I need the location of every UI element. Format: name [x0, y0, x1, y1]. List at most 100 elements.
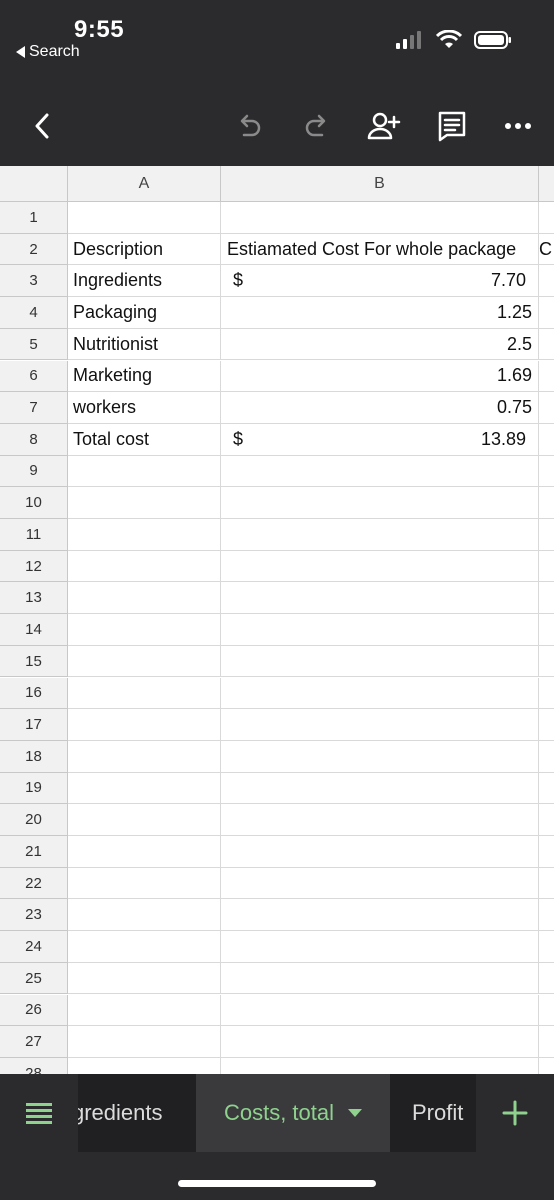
row-header[interactable]: 1 — [0, 202, 68, 234]
row-header[interactable]: 12 — [0, 550, 68, 583]
cell-b[interactable] — [221, 931, 539, 963]
cell-a[interactable] — [68, 645, 221, 678]
row-header[interactable]: 16 — [0, 677, 68, 710]
cell-b[interactable] — [221, 772, 539, 805]
row-header[interactable]: 10 — [0, 487, 68, 519]
cell-a[interactable] — [68, 519, 221, 551]
cell-a[interactable] — [68, 202, 221, 234]
cell-c[interactable] — [539, 931, 554, 963]
spreadsheet-grid[interactable]: A B 1 2 Description Estiamated Cost For who… — [0, 166, 554, 1074]
row-header[interactable]: 13 — [0, 582, 68, 615]
select-all-corner[interactable] — [0, 166, 68, 202]
cell-a[interactable]: Marketing — [68, 360, 221, 393]
cell-a[interactable]: Ingredients — [68, 265, 221, 298]
cell-b[interactable] — [221, 582, 539, 615]
cell-b[interactable] — [221, 645, 539, 678]
cell-c[interactable] — [539, 361, 554, 393]
cell-b[interactable] — [221, 899, 539, 932]
cell-b[interactable]: Estiamated Cost For whole package — [221, 233, 539, 266]
cell-c[interactable] — [539, 519, 554, 551]
cell-b[interactable] — [221, 487, 539, 519]
cell-c[interactable]: C — [539, 234, 554, 266]
cell-a[interactable] — [68, 899, 221, 932]
row-header[interactable]: 24 — [0, 931, 68, 963]
row-header[interactable]: 11 — [0, 519, 68, 551]
column-header-b[interactable]: B — [221, 166, 539, 202]
row-header[interactable]: 18 — [0, 740, 68, 773]
cell-c[interactable] — [539, 1026, 554, 1058]
cell-a[interactable] — [68, 836, 221, 868]
cell-a[interactable] — [68, 804, 221, 836]
cell-c[interactable] — [539, 836, 554, 868]
row-header[interactable]: 4 — [0, 297, 68, 329]
cell-a[interactable] — [68, 962, 221, 995]
row-header[interactable]: 5 — [0, 328, 68, 361]
column-header-c[interactable] — [539, 166, 554, 202]
cell-b[interactable] — [221, 740, 539, 773]
back-button[interactable] — [20, 106, 64, 146]
cell-b[interactable]: 0.75 — [221, 392, 539, 424]
cell-a[interactable] — [68, 1057, 221, 1074]
cell-c[interactable] — [539, 202, 554, 234]
cell-c[interactable] — [539, 646, 554, 678]
cell-c[interactable] — [539, 773, 554, 805]
cell-b[interactable] — [221, 550, 539, 583]
row-header[interactable]: 25 — [0, 962, 68, 995]
cell-b[interactable] — [221, 1026, 539, 1058]
cell-b[interactable] — [221, 804, 539, 836]
cell-c[interactable] — [539, 487, 554, 519]
cell-a[interactable]: Total cost — [68, 423, 221, 456]
cell-a[interactable] — [68, 455, 221, 488]
cell-a[interactable] — [68, 994, 221, 1027]
row-header[interactable]: 20 — [0, 804, 68, 836]
cell-c[interactable] — [539, 995, 554, 1027]
cell-a[interactable] — [68, 550, 221, 583]
cell-a[interactable] — [68, 677, 221, 710]
row-header[interactable]: 19 — [0, 772, 68, 805]
tab-costs-total[interactable]: Costs, total — [196, 1074, 390, 1152]
share-button[interactable] — [362, 106, 406, 146]
cell-b[interactable] — [221, 677, 539, 710]
row-header[interactable]: 14 — [0, 614, 68, 646]
cell-b[interactable] — [221, 614, 539, 646]
row-header[interactable]: 22 — [0, 867, 68, 900]
row-header[interactable]: 27 — [0, 1026, 68, 1058]
cell-c[interactable] — [539, 424, 554, 456]
cell-c[interactable] — [539, 963, 554, 995]
row-header[interactable]: 8 — [0, 423, 68, 456]
cell-b[interactable] — [221, 519, 539, 551]
cell-a[interactable]: workers — [68, 392, 221, 424]
cell-a[interactable]: Description — [68, 233, 221, 266]
cell-b[interactable]: 2.5 — [221, 328, 539, 361]
cell-b[interactable] — [221, 202, 539, 234]
cell-b[interactable]: $7.70 — [221, 265, 539, 298]
cell-b[interactable] — [221, 836, 539, 868]
cell-c[interactable] — [539, 551, 554, 583]
cell-a[interactable] — [68, 740, 221, 773]
cell-b[interactable] — [221, 994, 539, 1027]
cell-c[interactable] — [539, 709, 554, 741]
cell-c[interactable] — [539, 456, 554, 488]
cell-c[interactable] — [539, 1058, 554, 1074]
cell-b[interactable] — [221, 455, 539, 488]
tab-ingredients[interactable]: gredients — [78, 1074, 196, 1152]
row-header[interactable]: 23 — [0, 899, 68, 932]
cell-c[interactable] — [539, 265, 554, 298]
cell-c[interactable] — [539, 741, 554, 773]
row-header[interactable]: 6 — [0, 360, 68, 393]
tab-dropdown-icon[interactable] — [348, 1109, 363, 1117]
row-header[interactable]: 7 — [0, 392, 68, 424]
cell-a[interactable]: Nutritionist — [68, 328, 221, 361]
all-sheets-menu-button[interactable] — [0, 1074, 78, 1152]
cell-a[interactable] — [68, 614, 221, 646]
column-header-a[interactable]: A — [68, 166, 221, 202]
cell-a[interactable] — [68, 487, 221, 519]
cell-a[interactable] — [68, 1026, 221, 1058]
redo-button[interactable] — [294, 106, 338, 146]
row-header[interactable]: 26 — [0, 994, 68, 1027]
cell-b[interactable]: 1.69 — [221, 360, 539, 393]
cell-c[interactable] — [539, 804, 554, 836]
cell-c[interactable] — [539, 614, 554, 646]
cell-c[interactable] — [539, 899, 554, 932]
cell-a[interactable] — [68, 931, 221, 963]
